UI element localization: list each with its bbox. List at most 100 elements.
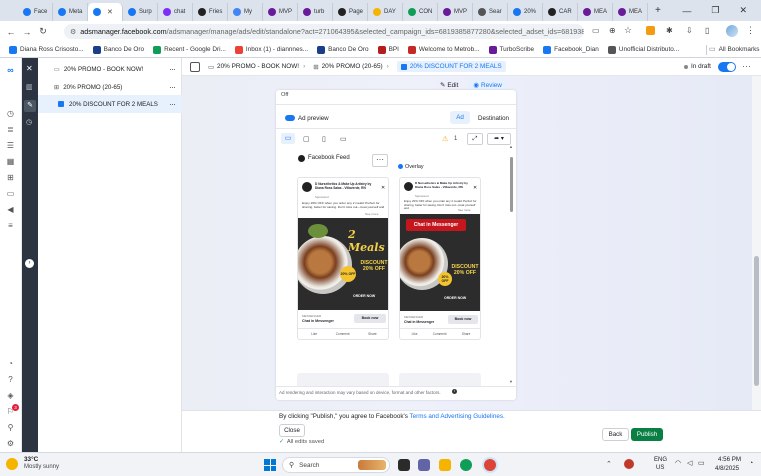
bookmark-item[interactable]: Unofficial Distributo... bbox=[607, 45, 679, 54]
new-tab-button[interactable]: + bbox=[655, 5, 661, 16]
search-icon[interactable]: ⚲ bbox=[5, 422, 16, 433]
edit-pencil-icon[interactable]: ✎ bbox=[24, 100, 36, 112]
scroll-down-icon[interactable]: ▼ bbox=[509, 379, 513, 384]
back-arrow-icon[interactable]: ← bbox=[3, 27, 19, 37]
notification-bell-icon[interactable]: ◔ bbox=[749, 460, 753, 467]
page-scrollbar[interactable] bbox=[752, 76, 761, 410]
battery-icon[interactable]: ▭ bbox=[698, 459, 705, 467]
browser-tab[interactable]: MVP bbox=[263, 3, 298, 21]
browser-tab[interactable]: ✕ bbox=[88, 3, 123, 21]
tag-icon[interactable]: ◈ bbox=[5, 390, 16, 401]
publish-button[interactable]: Publish bbox=[631, 428, 663, 441]
breadcrumb-campaign[interactable]: ▭ 20% PROMO - BOOK NOW! bbox=[208, 63, 299, 71]
terms-link[interactable]: Terms and Advertising Guidelines. bbox=[410, 413, 505, 420]
forward-arrow-icon[interactable]: → bbox=[19, 27, 35, 37]
home-icon[interactable]: ◷ bbox=[5, 108, 16, 119]
file-explorer-icon[interactable] bbox=[439, 459, 451, 471]
mobile-placement-icon[interactable]: ▯ bbox=[322, 135, 326, 143]
close-editor-icon[interactable]: ✕ bbox=[26, 64, 33, 73]
tree-item-ad[interactable]: 20% DISCOUNT FOR 2 MEALS ··· bbox=[38, 95, 182, 113]
close-ad-icon[interactable]: ✕ bbox=[381, 185, 385, 191]
meta-logo-icon[interactable]: ∞ bbox=[5, 65, 16, 76]
megaphone-icon[interactable]: ◀ bbox=[5, 204, 16, 215]
minimize-icon[interactable]: — bbox=[682, 6, 691, 16]
reaction-comment-button[interactable]: Comment bbox=[336, 332, 350, 336]
more-options-icon[interactable]: ··· bbox=[169, 99, 176, 109]
volume-icon[interactable]: ◁ bbox=[687, 459, 692, 467]
browser-tab[interactable]: CON bbox=[403, 3, 438, 21]
book-now-button[interactable]: Book now bbox=[354, 314, 386, 323]
reaction-share-button[interactable]: Share bbox=[462, 332, 471, 336]
wide-placement-icon[interactable]: ▭ bbox=[340, 135, 347, 143]
warning-icon[interactable]: ⚠ bbox=[442, 135, 448, 143]
tree-item-campaign[interactable]: ▭ 20% PROMO - BOOK NOW! ··· bbox=[38, 60, 182, 78]
wifi-icon[interactable]: ◠ bbox=[675, 459, 681, 467]
tray-app-icon[interactable] bbox=[624, 459, 634, 469]
reaction-share-button[interactable]: Share bbox=[368, 332, 377, 336]
browser-tab[interactable]: Surp bbox=[123, 3, 158, 21]
bookmark-item[interactable]: Recent - Google Dri... bbox=[153, 45, 226, 54]
preview-scrollbar[interactable] bbox=[509, 150, 514, 386]
more-options-icon[interactable]: ··· bbox=[742, 61, 751, 71]
browser-tab[interactable]: Sear bbox=[473, 3, 508, 21]
breadcrumb-adset[interactable]: ⊞ 20% PROMO (20-65) bbox=[313, 63, 382, 71]
book-now-button[interactable]: Book now bbox=[448, 315, 478, 324]
close-tab-icon[interactable]: ✕ bbox=[107, 8, 113, 16]
all-bookmarks-button[interactable]: ▭ All Bookmarks bbox=[709, 45, 759, 54]
browser-tab[interactable]: Face bbox=[18, 3, 53, 21]
scroll-up-icon[interactable]: ▲ bbox=[509, 144, 513, 149]
settings-icon[interactable]: ⚙ bbox=[5, 438, 16, 449]
task-view-icon[interactable] bbox=[398, 459, 410, 471]
browser-tab[interactable]: Page bbox=[333, 3, 368, 21]
chrome-icon[interactable] bbox=[484, 459, 496, 471]
clock-date[interactable]: 4/8/2025 bbox=[715, 465, 739, 472]
browser-tab[interactable]: MEA bbox=[578, 3, 613, 21]
info-icon[interactable]: i bbox=[452, 389, 457, 394]
more-options-icon[interactable]: ··· bbox=[372, 154, 388, 167]
campaigns-icon[interactable]: ≣ bbox=[5, 124, 16, 135]
see-more-link[interactable]: See more bbox=[365, 212, 378, 216]
more-options-icon[interactable]: ··· bbox=[169, 64, 176, 74]
reload-icon[interactable]: ↻ bbox=[35, 26, 51, 37]
downloads-icon[interactable]: ⇩ bbox=[686, 26, 693, 35]
reaction-comment-button[interactable]: Comment bbox=[433, 332, 447, 336]
reaction-like-button[interactable]: Like bbox=[412, 332, 418, 336]
clock-time[interactable]: 4:56 PM bbox=[718, 456, 741, 463]
sidebar-panel-icon[interactable]: ▯ bbox=[705, 26, 709, 35]
bookmark-item[interactable]: Banco De Oro bbox=[317, 45, 369, 54]
ad-preview-toggle[interactable] bbox=[285, 115, 295, 121]
language-code[interactable]: ENG bbox=[654, 457, 667, 463]
bookmark-item[interactable]: Welcome to Metrob... bbox=[407, 45, 480, 54]
close-ad-icon[interactable]: ✕ bbox=[473, 185, 477, 191]
bookmark-item[interactable]: Facebook_Dian bbox=[543, 45, 599, 54]
browser-tab[interactable]: MVP bbox=[438, 3, 473, 21]
scrollbar-thumb[interactable] bbox=[754, 256, 759, 386]
expand-icon[interactable]: ⤢ bbox=[467, 133, 483, 145]
share-preview-button[interactable]: ➦ ▾ bbox=[487, 133, 511, 145]
browser-menu-icon[interactable]: ⋮ bbox=[746, 25, 755, 36]
browser-tab[interactable]: My bbox=[228, 3, 263, 21]
browser-tab[interactable]: DAY bbox=[368, 3, 403, 21]
all-tools-icon[interactable]: ≡ bbox=[5, 220, 16, 231]
browser-tab[interactable]: turb bbox=[298, 3, 333, 21]
back-button[interactable]: Back bbox=[602, 428, 629, 441]
see-more-link[interactable]: See more bbox=[458, 208, 471, 212]
browser-tab[interactable]: chat bbox=[158, 3, 193, 21]
tree-item-adset[interactable]: ⊞ 20% PROMO (20-65) ··· bbox=[38, 78, 182, 96]
bookmark-item[interactable]: Banco De Oro bbox=[92, 45, 144, 54]
browser-tab[interactable]: CAR bbox=[543, 3, 578, 21]
square-placement-icon[interactable]: ▢ bbox=[303, 135, 310, 143]
profile-avatar[interactable] bbox=[726, 25, 738, 37]
history-icon[interactable]: ◷ bbox=[26, 118, 32, 126]
close-window-icon[interactable]: ✕ bbox=[739, 5, 747, 16]
edge-icon[interactable] bbox=[460, 459, 472, 471]
url-field[interactable]: ⚙ adsmanager.facebook.com/adsmanager/man… bbox=[64, 24, 584, 39]
bookmark-item[interactable]: TurboScribe bbox=[488, 45, 534, 54]
region-code[interactable]: US bbox=[656, 465, 664, 471]
zoom-icon[interactable]: ⊕ bbox=[609, 26, 616, 35]
table-icon[interactable]: ⊞ bbox=[5, 172, 16, 183]
reaction-like-button[interactable]: Like bbox=[311, 332, 317, 336]
billing-icon[interactable]: ▭ bbox=[5, 188, 16, 199]
close-button[interactable]: Close bbox=[279, 424, 305, 437]
extension-icon[interactable] bbox=[646, 26, 655, 35]
